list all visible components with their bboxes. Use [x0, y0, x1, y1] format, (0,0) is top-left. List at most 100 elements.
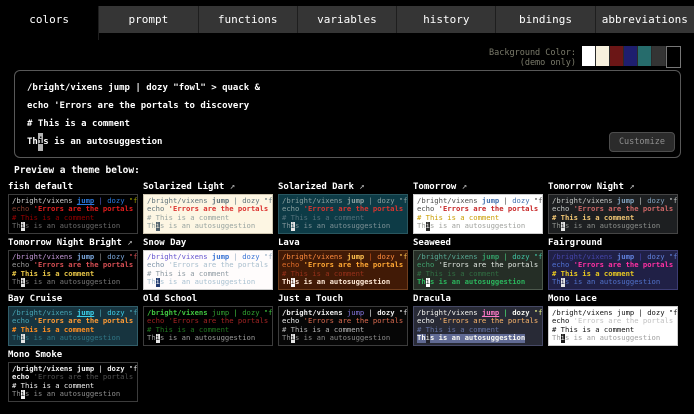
theme-preview-box[interactable]: /bright/vixens jump | dozy "fowl" > quac…	[8, 306, 138, 346]
theme-preview-box[interactable]: /bright/vixens jump | dozy "fowl" > quac…	[8, 194, 138, 234]
tab-colors[interactable]: colors	[0, 6, 99, 40]
theme-title[interactable]: Lava	[278, 237, 408, 249]
theme-grid: fish default /bright/vixens jump | dozy …	[8, 181, 678, 402]
theme-preview-box[interactable]: /bright/vixens jump | dozy "fowl" > quac…	[548, 250, 678, 290]
theme-name: Bay Cruise	[8, 294, 62, 304]
bg-swatch-white[interactable]	[582, 46, 596, 66]
theme-title[interactable]: Just a Touch	[278, 293, 408, 305]
theme-preview-box[interactable]: /bright/vixens jump | dozy "fowl" > quac…	[278, 250, 408, 290]
theme-card-tomorrow-night-bright[interactable]: Tomorrow Night Bright ↗ /bright/vixens j…	[8, 237, 138, 290]
theme-title[interactable]: Dracula	[413, 293, 543, 305]
theme-card-snow-day[interactable]: Snow Day /bright/vixens jump | dozy "fow…	[143, 237, 273, 290]
theme-name: Just a Touch	[278, 294, 343, 304]
theme-card-just-a-touch[interactable]: Just a Touch /bright/vixens jump | dozy …	[278, 293, 408, 346]
tab-history[interactable]: history	[397, 6, 496, 33]
theme-title[interactable]: Tomorrow Night ↗	[548, 181, 678, 193]
theme-preview-box[interactable]: /bright/vixens jump | dozy "fowl" > quac…	[413, 250, 543, 290]
external-link-icon[interactable]: ↗	[122, 238, 133, 248]
tab-abbreviations[interactable]: abbreviations	[596, 6, 694, 33]
sample-line: This is an autosuggestion	[12, 278, 120, 286]
sample-line: This is an autosuggestion	[417, 222, 525, 230]
theme-name: Solarized Dark	[278, 182, 354, 192]
theme-title[interactable]: Fairground	[548, 237, 678, 249]
theme-preview-box[interactable]: /bright/vixens jump | dozy "fowl" > quac…	[143, 250, 273, 290]
theme-name: Old School	[143, 294, 197, 304]
theme-preview-box[interactable]: /bright/vixens jump | dozy "fowl" > quac…	[143, 306, 273, 346]
external-link-icon[interactable]: ↗	[354, 182, 365, 192]
theme-preview-box[interactable]: /bright/vixens jump | dozy "fowl" > quac…	[143, 194, 273, 234]
theme-name: Dracula	[413, 294, 451, 304]
bg-swatch-maroon[interactable]	[610, 46, 624, 66]
sample-line: This is an autosuggestion	[12, 390, 120, 398]
theme-card-old-school[interactable]: Old School /bright/vixens jump | dozy "f…	[143, 293, 273, 346]
theme-card-lava[interactable]: Lava /bright/vixens jump | dozy "fowl" >…	[278, 237, 408, 290]
terminal-preview-panel: /bright/vixens jump | dozy "fowl" > quac…	[14, 70, 681, 158]
theme-title[interactable]: Seaweed	[413, 237, 543, 249]
theme-card-mono-lace[interactable]: Mono Lace /bright/vixens jump | dozy "fo…	[548, 293, 678, 346]
bg-swatch-ivory[interactable]	[596, 46, 610, 66]
bg-swatch-navy[interactable]	[624, 46, 638, 66]
sample-line: This is an autosuggestion	[282, 334, 390, 342]
theme-preview-box[interactable]: /bright/vixens jump | dozy "fowl" > quac…	[413, 194, 543, 234]
theme-title[interactable]: Old School	[143, 293, 273, 305]
theme-card-tomorrow[interactable]: Tomorrow ↗ /bright/vixens jump | dozy "f…	[413, 181, 543, 234]
theme-preview-box[interactable]: /bright/vixens jump | dozy "fowl" > quac…	[548, 306, 678, 346]
theme-name: Seaweed	[413, 238, 451, 248]
external-link-icon[interactable]: ↗	[224, 182, 235, 192]
background-swatches	[582, 46, 681, 68]
theme-card-tomorrow-night[interactable]: Tomorrow Night ↗ /bright/vixens jump | d…	[548, 181, 678, 234]
theme-preview-box[interactable]: /bright/vixens jump | dozy "fowl" > quac…	[548, 194, 678, 234]
tab-prompt[interactable]: prompt	[99, 6, 198, 33]
bg-swatch-charcoal[interactable]	[652, 46, 666, 66]
sample-line: This is an autosuggestion	[552, 222, 660, 230]
theme-preview-box[interactable]: /bright/vixens jump | dozy "fowl" > quac…	[278, 194, 408, 234]
sample-line: This is an autosuggestion	[552, 278, 660, 286]
theme-card-solarized-dark[interactable]: Solarized Dark ↗ /bright/vixens jump | d…	[278, 181, 408, 234]
theme-name: Snow Day	[143, 238, 186, 248]
theme-card-solarized-light[interactable]: Solarized Light ↗ /bright/vixens jump | …	[143, 181, 273, 234]
theme-preview-box[interactable]: /bright/vixens jump | dozy "fowl" > quac…	[413, 306, 543, 346]
theme-title[interactable]: fish default	[8, 181, 138, 193]
sample-line: This is an autosuggestion	[147, 334, 255, 342]
external-link-icon[interactable]: ↗	[456, 182, 467, 192]
sample-line: This is an autosuggestion	[552, 334, 660, 342]
tab-variables[interactable]: variables	[298, 6, 397, 33]
theme-preview-box[interactable]: /bright/vixens jump | dozy "fowl" > quac…	[8, 362, 138, 402]
theme-preview-box[interactable]: /bright/vixens jump | dozy "fowl" > quac…	[8, 250, 138, 290]
theme-card-mono-smoke[interactable]: Mono Smoke /bright/vixens jump | dozy "f…	[8, 349, 138, 402]
customize-button[interactable]: Customize	[609, 132, 675, 152]
theme-title[interactable]: Solarized Light ↗	[143, 181, 273, 193]
theme-name: Lava	[278, 238, 300, 248]
tab-functions[interactable]: functions	[199, 6, 298, 33]
sample-line: This is an autosuggestion	[417, 334, 525, 342]
tab-bindings[interactable]: bindings	[496, 6, 595, 33]
theme-title[interactable]: Mono Lace	[548, 293, 678, 305]
theme-name: Tomorrow Night	[548, 182, 624, 192]
external-link-icon[interactable]: ↗	[624, 182, 635, 192]
theme-name: fish default	[8, 182, 73, 192]
theme-card-fairground[interactable]: Fairground /bright/vixens jump | dozy "f…	[548, 237, 678, 290]
theme-preview-box[interactable]: /bright/vixens jump | dozy "fowl" > quac…	[278, 306, 408, 346]
sample-line: This is an autosuggestion	[147, 278, 255, 286]
tab-bar: colorspromptfunctionsvariableshistorybin…	[0, 6, 694, 33]
theme-title[interactable]: Mono Smoke	[8, 349, 138, 361]
sample-line: This is an autosuggestion	[27, 133, 162, 151]
theme-title[interactable]: Snow Day	[143, 237, 273, 249]
theme-title[interactable]: Tomorrow ↗	[413, 181, 543, 193]
theme-card-bay-cruise[interactable]: Bay Cruise /bright/vixens jump | dozy "f…	[8, 293, 138, 346]
background-color-picker: Background Color: (demo only)	[489, 46, 681, 68]
sample-line: echo 'Errors are the portals to discover…	[27, 97, 249, 115]
sample-line: # This is a comment	[27, 115, 130, 133]
theme-title[interactable]: Bay Cruise	[8, 293, 138, 305]
theme-card-seaweed[interactable]: Seaweed /bright/vixens jump | dozy "fowl…	[413, 237, 543, 290]
bg-swatch-teal[interactable]	[638, 46, 652, 66]
background-color-sublabel: (demo only)	[489, 58, 576, 68]
theme-title[interactable]: Tomorrow Night Bright ↗	[8, 237, 138, 249]
fish-config-colors-page: colorspromptfunctionsvariableshistorybin…	[0, 0, 694, 414]
background-color-label-text: Background Color:	[489, 48, 576, 58]
theme-section-heading: Preview a theme below:	[14, 165, 140, 176]
theme-card-fish-default[interactable]: fish default /bright/vixens jump | dozy …	[8, 181, 138, 234]
bg-swatch-black[interactable]	[666, 46, 681, 68]
theme-title[interactable]: Solarized Dark ↗	[278, 181, 408, 193]
theme-card-dracula[interactable]: Dracula /bright/vixens jump | dozy "fowl…	[413, 293, 543, 346]
